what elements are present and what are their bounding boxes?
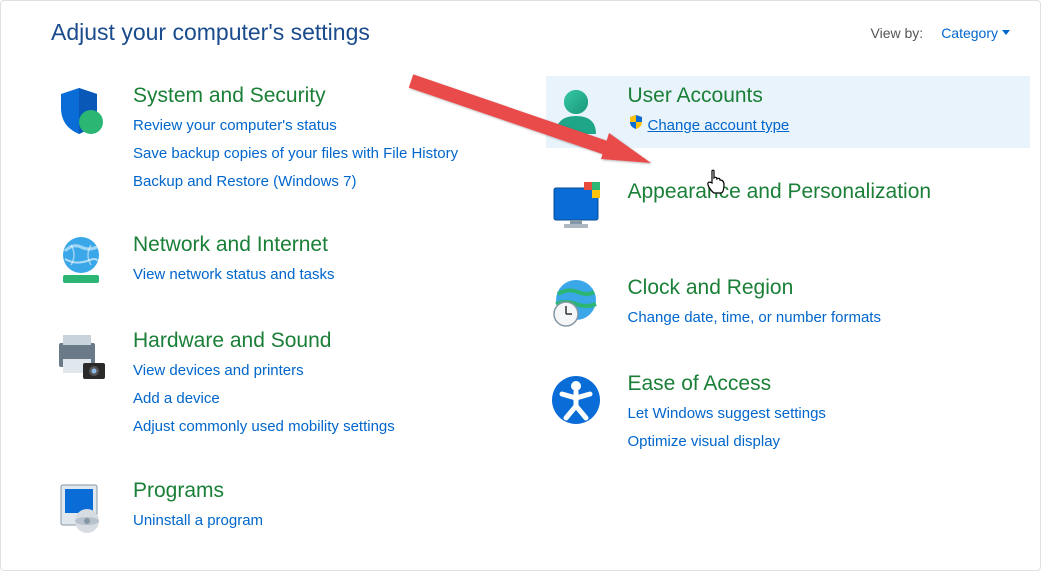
category-link[interactable]: Save backup copies of your files with Fi…	[133, 140, 458, 168]
category-link[interactable]: View network status and tasks	[133, 261, 335, 289]
category-title[interactable]: Network and Internet	[133, 233, 335, 257]
category-title[interactable]: Appearance and Personalization	[628, 180, 932, 204]
category-title[interactable]: User Accounts	[628, 84, 790, 108]
category-link[interactable]: Uninstall a program	[133, 507, 263, 535]
cursor-pointer-icon	[705, 169, 727, 195]
category-title[interactable]: Ease of Access	[628, 372, 826, 396]
category-programs[interactable]: Programs Uninstall a program	[51, 471, 536, 543]
change-account-type-link[interactable]: Change account type	[628, 112, 790, 140]
category-hardware-sound[interactable]: Hardware and Sound View devices and prin…	[51, 321, 536, 446]
globe-clock-icon	[546, 274, 606, 334]
accessibility-icon	[546, 370, 606, 430]
uac-shield-icon	[628, 112, 644, 140]
category-link[interactable]: Add a device	[133, 385, 395, 413]
category-ease-of-access[interactable]: Ease of Access Let Windows suggest setti…	[546, 364, 1031, 462]
category-title[interactable]: Programs	[133, 479, 263, 503]
user-icon	[546, 82, 606, 142]
category-link[interactable]: Let Windows suggest settings	[628, 400, 826, 428]
chevron-down-icon	[1002, 30, 1010, 35]
shield-icon	[51, 82, 111, 142]
category-link[interactable]: Change date, time, or number formats	[628, 304, 881, 332]
category-title[interactable]: System and Security	[133, 84, 458, 108]
category-link[interactable]: Backup and Restore (Windows 7)	[133, 168, 458, 196]
category-link[interactable]: Review your computer's status	[133, 112, 458, 140]
category-user-accounts[interactable]: User Accounts Change account type	[546, 76, 1031, 148]
view-by-label: View by:	[871, 25, 924, 41]
view-by-text: Category	[941, 25, 998, 41]
page-title: Adjust your computer's settings	[51, 19, 370, 46]
category-link[interactable]: View devices and printers	[133, 357, 395, 385]
category-network-internet[interactable]: Network and Internet View network status…	[51, 225, 536, 297]
view-by-dropdown[interactable]: Category	[941, 25, 1010, 41]
category-clock-region[interactable]: Clock and Region Change date, time, or n…	[546, 268, 1031, 340]
category-title[interactable]: Hardware and Sound	[133, 329, 395, 353]
category-title[interactable]: Clock and Region	[628, 276, 881, 300]
globe-icon	[51, 231, 111, 291]
programs-icon	[51, 477, 111, 537]
printer-camera-icon	[51, 327, 111, 387]
category-link[interactable]: Adjust commonly used mobility settings	[133, 413, 395, 441]
category-appearance-personalization[interactable]: Appearance and Personalization	[546, 172, 1031, 244]
category-link[interactable]: Optimize visual display	[628, 428, 826, 456]
monitor-icon	[546, 178, 606, 238]
category-system-security[interactable]: System and Security Review your computer…	[51, 76, 536, 201]
category-link-text: Change account type	[648, 117, 790, 134]
